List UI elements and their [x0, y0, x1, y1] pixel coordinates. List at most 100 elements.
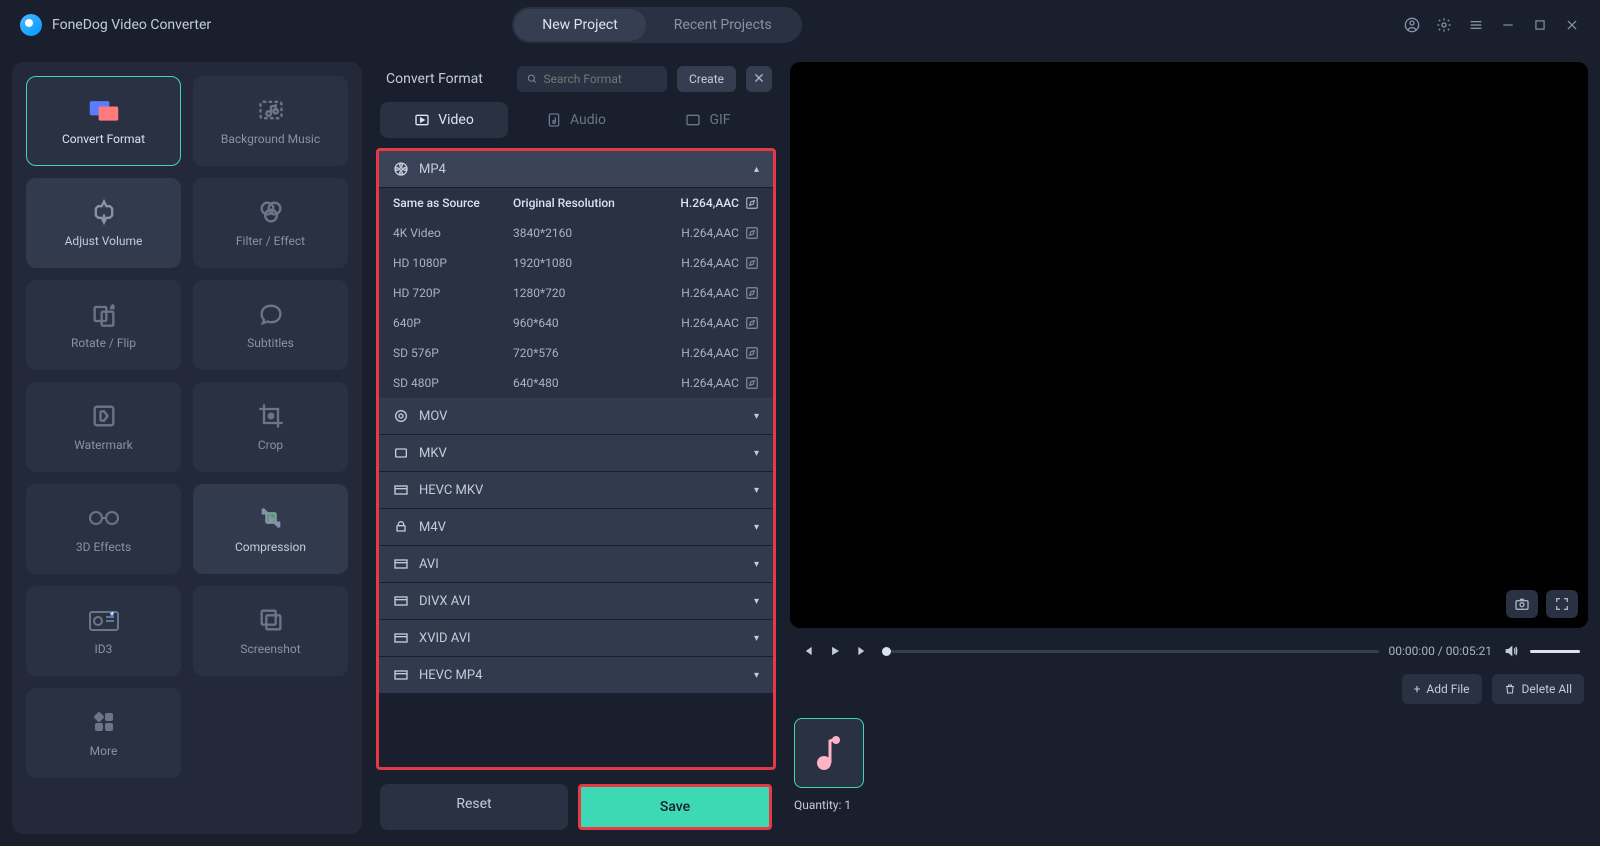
plus-icon: +: [1414, 682, 1421, 696]
tool-adjust-volume[interactable]: Adjust Volume: [26, 178, 181, 268]
more-icon: [88, 708, 120, 736]
tool-subtitles[interactable]: Subtitles: [193, 280, 348, 370]
save-button[interactable]: Save: [578, 784, 772, 830]
tool-label: 3D Effects: [76, 540, 131, 554]
convert-format-icon: [88, 96, 120, 124]
maximize-icon[interactable]: [1532, 17, 1548, 33]
reset-button[interactable]: Reset: [380, 784, 568, 830]
tool-filter-effect[interactable]: Filter / Effect: [193, 178, 348, 268]
format-group-hevc-mkv[interactable]: HEVC MKV▾: [379, 472, 773, 509]
progress-bar[interactable]: [882, 650, 1379, 653]
tool-watermark[interactable]: Watermark: [26, 382, 181, 472]
search-icon: [527, 73, 537, 85]
format-row[interactable]: SD 576P720*576H.264,AAC: [379, 338, 773, 368]
film-icon: [393, 519, 409, 535]
format-group-mkv[interactable]: MKV▾: [379, 435, 773, 472]
format-group-m4v[interactable]: M4V▾: [379, 509, 773, 546]
tool-label: More: [90, 744, 118, 758]
video-preview: [790, 62, 1588, 628]
tab-new-project[interactable]: New Project: [514, 9, 646, 41]
format-group-xvid-avi[interactable]: XVID AVI▾: [379, 620, 773, 657]
chevron-down-icon: ▾: [754, 670, 759, 681]
fullscreen-button[interactable]: [1546, 590, 1578, 618]
edit-icon[interactable]: [745, 256, 759, 270]
video-icon: [414, 112, 430, 128]
panel-title: Convert Format: [386, 71, 483, 87]
format-group-avi[interactable]: AVI▾: [379, 546, 773, 583]
close-icon[interactable]: [1564, 17, 1580, 33]
tool-label: Convert Format: [62, 132, 145, 146]
tool-label: Rotate / Flip: [71, 336, 136, 350]
film-icon: [393, 593, 409, 609]
tab-recent-projects[interactable]: Recent Projects: [646, 9, 800, 41]
format-list: MP4 ▴ Same as SourceOriginal ResolutionH…: [376, 148, 776, 770]
tool-label: ID3: [95, 642, 113, 656]
rotate-icon: [88, 300, 120, 328]
edit-icon[interactable]: [745, 286, 759, 300]
tool-label: Watermark: [74, 438, 133, 452]
chevron-up-icon: ▴: [754, 164, 759, 175]
app-title: FoneDog Video Converter: [52, 17, 211, 33]
chevron-down-icon: ▾: [754, 633, 759, 644]
tool-screenshot[interactable]: Screenshot: [193, 586, 348, 676]
crop-icon: [255, 402, 287, 430]
edit-icon[interactable]: [745, 196, 759, 210]
chevron-down-icon: ▾: [754, 559, 759, 570]
film-icon: [393, 667, 409, 683]
user-icon[interactable]: [1404, 17, 1420, 33]
format-group-mov[interactable]: MOV▾: [379, 398, 773, 435]
tool-label: Crop: [258, 438, 283, 452]
edit-icon[interactable]: [745, 316, 759, 330]
next-button[interactable]: [854, 642, 872, 660]
format-row[interactable]: HD 1080P1920*1080H.264,AAC: [379, 248, 773, 278]
tool-rotate-flip[interactable]: Rotate / Flip: [26, 280, 181, 370]
edit-icon[interactable]: [745, 226, 759, 240]
tool-more[interactable]: More: [26, 688, 181, 778]
compression-icon: [255, 504, 287, 532]
format-group-hevc-mp4[interactable]: HEVC MP4▾: [379, 657, 773, 694]
tool-label: Filter / Effect: [236, 234, 305, 248]
menu-icon[interactable]: [1468, 17, 1484, 33]
tool-convert-format[interactable]: Convert Format: [26, 76, 181, 166]
format-row[interactable]: SD 480P640*480H.264,AAC: [379, 368, 773, 398]
gear-icon[interactable]: [1436, 17, 1452, 33]
search-input[interactable]: [517, 66, 667, 92]
chevron-down-icon: ▾: [754, 522, 759, 533]
media-item[interactable]: Quantity: 1: [794, 718, 864, 812]
format-tab-audio[interactable]: Audio: [512, 102, 640, 138]
play-button[interactable]: [826, 642, 844, 660]
3d-icon: [88, 504, 120, 532]
format-row[interactable]: HD 720P1280*720H.264,AAC: [379, 278, 773, 308]
prev-button[interactable]: [798, 642, 816, 660]
format-row[interactable]: 4K Video3840*2160H.264,AAC: [379, 218, 773, 248]
tool-label: Background Music: [221, 132, 320, 146]
chevron-down-icon: ▾: [754, 485, 759, 496]
format-tab-video[interactable]: Video: [380, 102, 508, 138]
close-panel-button[interactable]: ✕: [746, 66, 772, 92]
tool-crop[interactable]: Crop: [193, 382, 348, 472]
volume-icon[interactable]: [1502, 642, 1520, 660]
edit-icon[interactable]: [745, 376, 759, 390]
tool-background-music[interactable]: Background Music: [193, 76, 348, 166]
volume-slider[interactable]: [1530, 650, 1580, 653]
screenshot-button[interactable]: [1506, 590, 1538, 618]
tool-id3[interactable]: ID3: [26, 586, 181, 676]
edit-icon[interactable]: [745, 346, 759, 360]
tool-label: Adjust Volume: [65, 234, 143, 248]
tool-3d-effects[interactable]: 3D Effects: [26, 484, 181, 574]
minimize-icon[interactable]: [1500, 17, 1516, 33]
format-group-mp4[interactable]: MP4 ▴: [379, 151, 773, 188]
volume-icon: [88, 198, 120, 226]
delete-all-button[interactable]: Delete All: [1492, 674, 1584, 704]
format-row[interactable]: 640P960*640H.264,AAC: [379, 308, 773, 338]
tool-compression[interactable]: Compression: [193, 484, 348, 574]
add-file-button[interactable]: +Add File: [1402, 674, 1482, 704]
format-group-divx-avi[interactable]: DIVX AVI▾: [379, 583, 773, 620]
tool-label: Compression: [235, 540, 306, 554]
format-tab-gif[interactable]: GIF: [644, 102, 772, 138]
trash-icon: [1504, 683, 1516, 695]
filter-icon: [255, 198, 287, 226]
format-row[interactable]: Same as SourceOriginal ResolutionH.264,A…: [379, 188, 773, 218]
film-icon: [393, 556, 409, 572]
create-button[interactable]: Create: [677, 66, 736, 92]
